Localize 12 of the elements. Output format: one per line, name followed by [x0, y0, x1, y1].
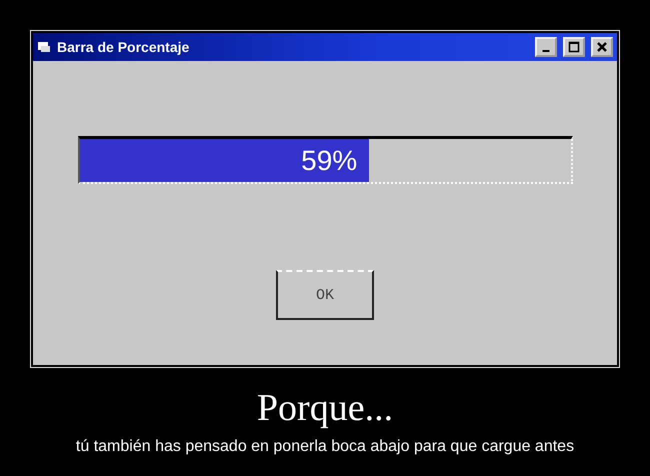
- progress-reading: 59%: [301, 144, 358, 176]
- maximize-button[interactable]: [563, 37, 585, 57]
- window-title: Barra de Porcentaje: [57, 39, 190, 55]
- caption-subtitle: tú también has pensado en ponerla boca abajo para que cargue antes: [76, 438, 574, 456]
- ok-button[interactable]: OK: [276, 270, 374, 320]
- close-icon: [596, 41, 608, 53]
- minimize-button[interactable]: [535, 37, 557, 57]
- caption-title: Porque...: [256, 386, 394, 430]
- app-icon: [37, 41, 51, 53]
- maximize-icon: [568, 41, 580, 53]
- close-button[interactable]: [591, 37, 613, 57]
- minimize-icon: [542, 50, 550, 52]
